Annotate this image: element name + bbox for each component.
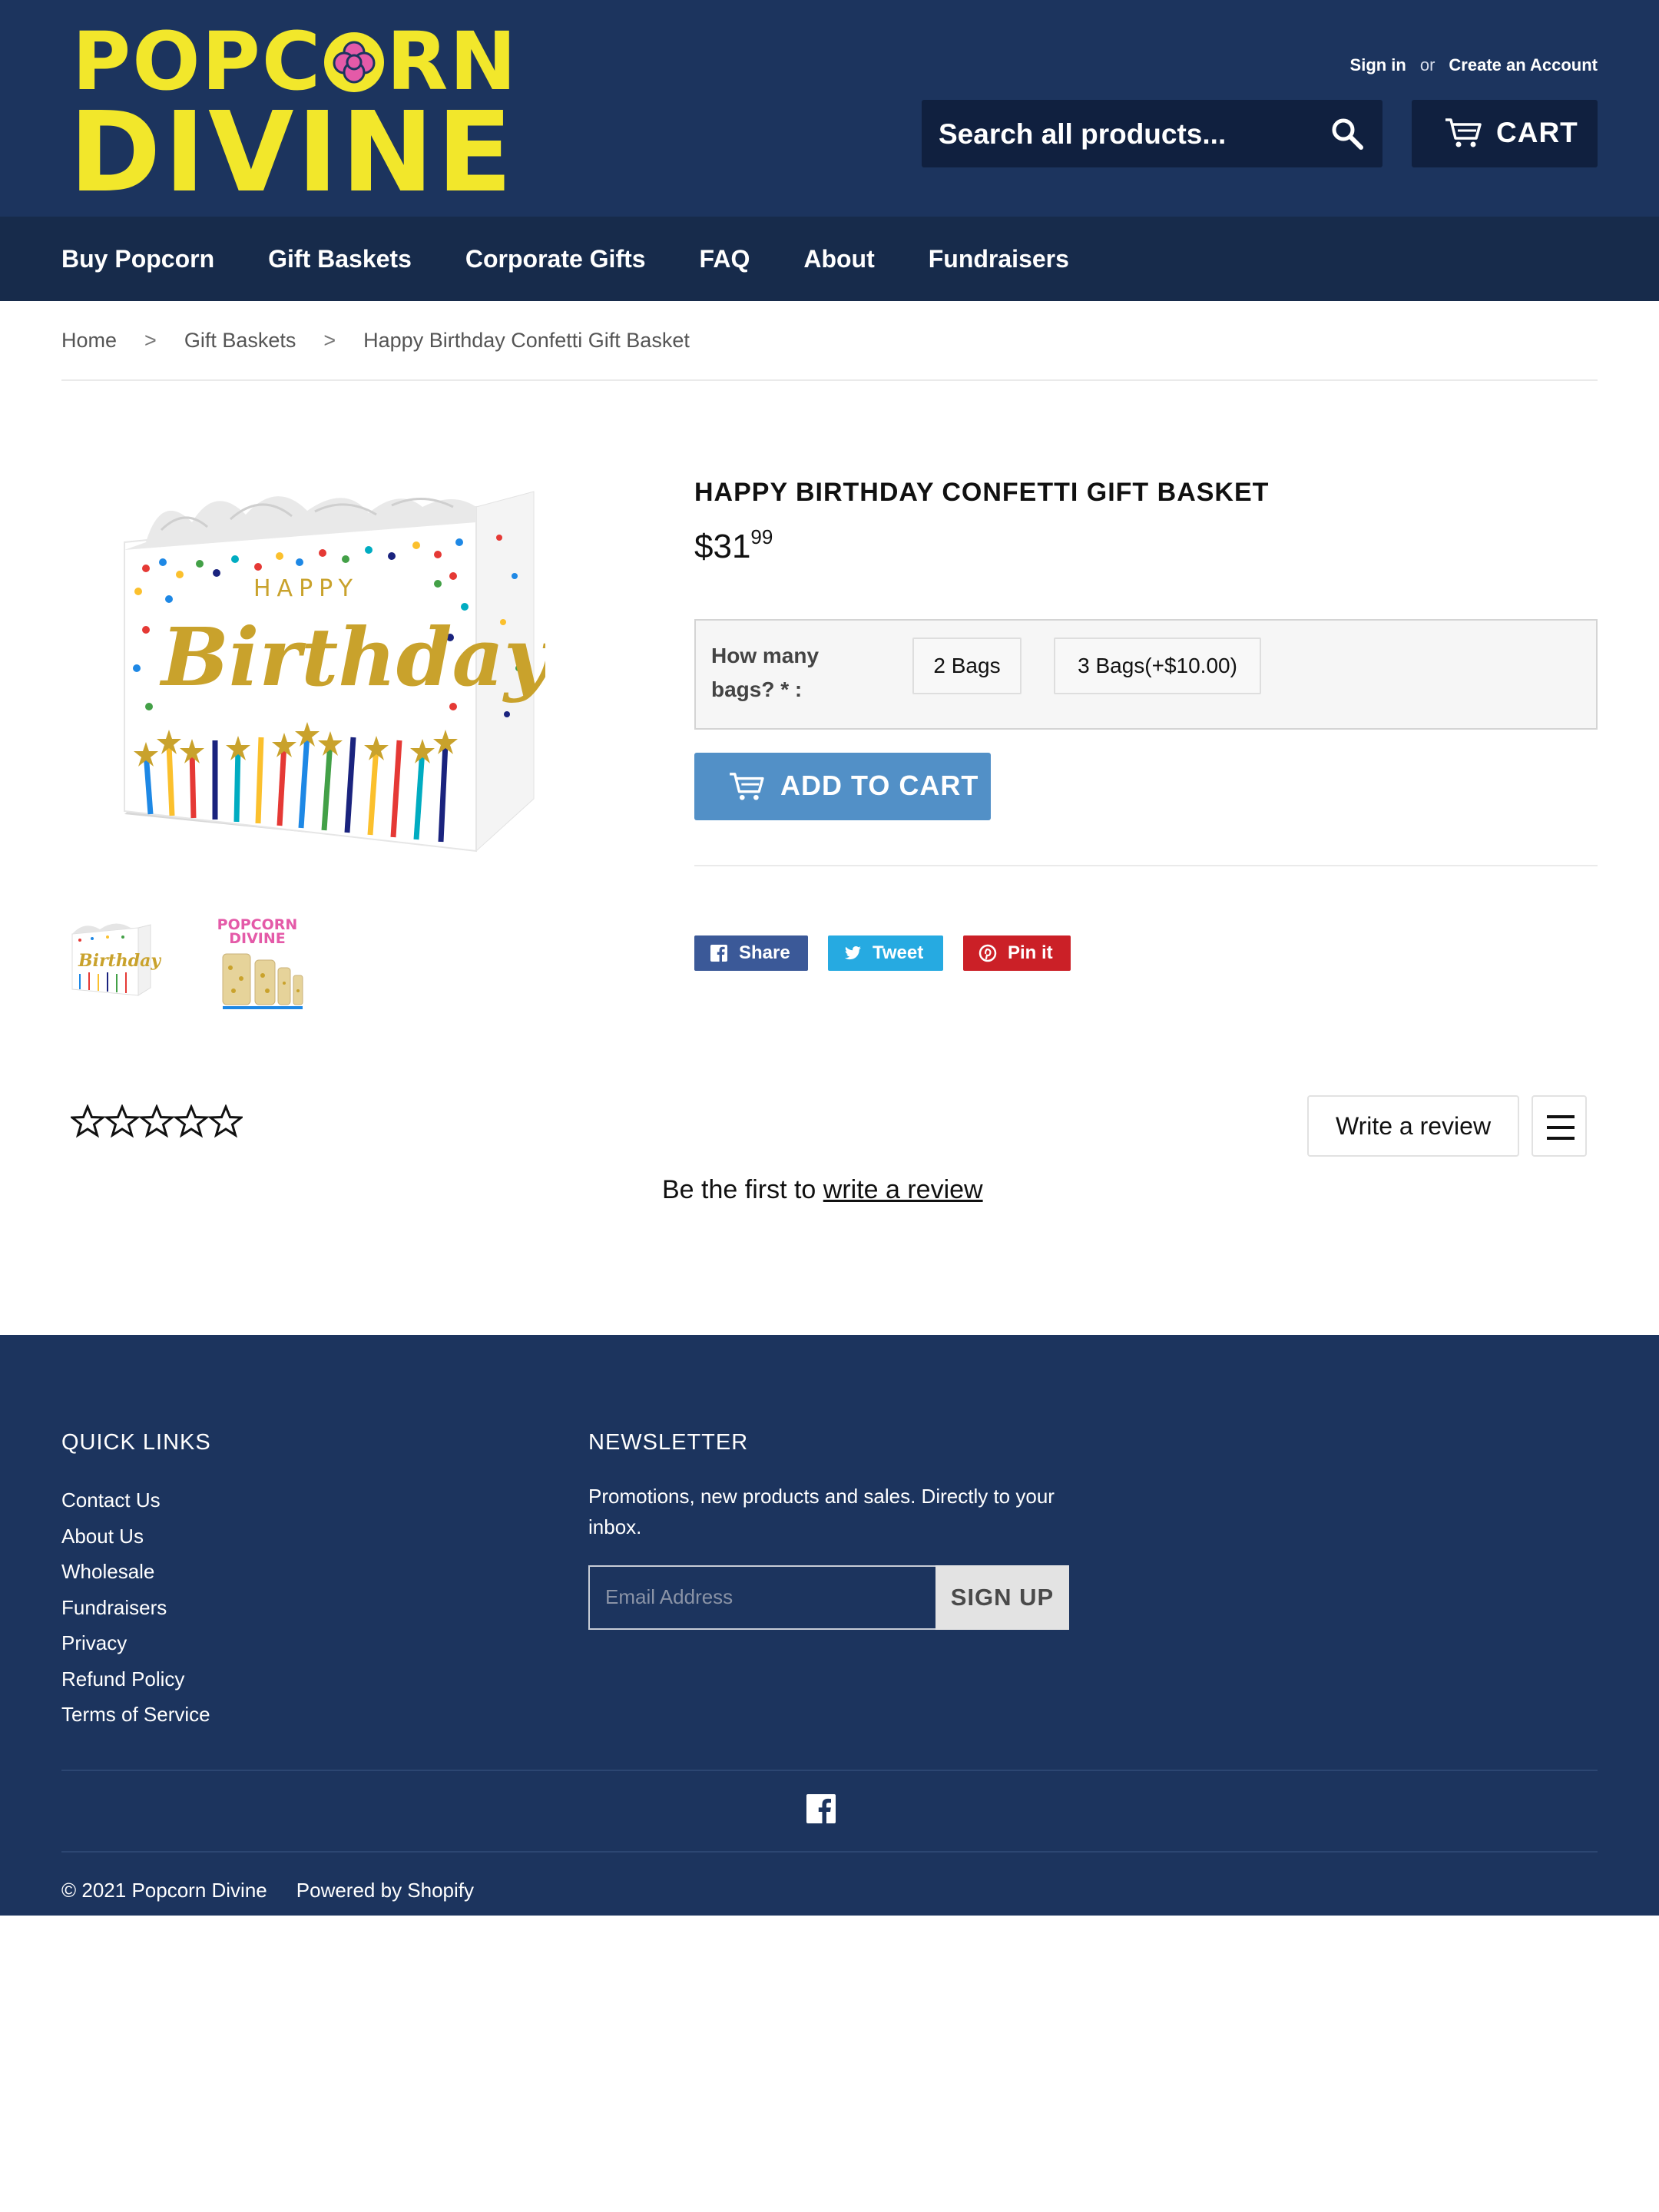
newsletter-text: Promotions, new products and sales. Dire… [588,1485,1055,1538]
share-facebook-label: Share [739,942,790,963]
quick-links-list: Contact Us About Us Wholesale Fundraiser… [61,1482,210,1733]
footer-link-refund-policy[interactable]: Refund Policy [61,1661,210,1697]
cart-button[interactable]: CART [1412,100,1598,167]
nav-item-faq[interactable]: FAQ [700,245,750,273]
nav-item-buy-popcorn[interactable]: Buy Popcorn [61,245,214,273]
site-footer: QUICK LINKS Contact Us About Us Wholesal… [0,1335,1659,1916]
thumbnail-list: Birthday POPCORN DIVINE [61,914,307,1014]
search-icon[interactable] [1330,117,1364,151]
breadcrumb: Home > Gift Baskets > Happy Birthday Con… [61,329,690,353]
price-main: $31 [694,528,751,565]
cart-icon [730,773,764,800]
nav-item-gift-baskets[interactable]: Gift Baskets [268,245,412,273]
site-header: POPC RN DIVINE Sign in or Create an Accou… [0,0,1659,217]
thumbnail-popcorn-sizes[interactable]: POPCORN DIVINE [207,914,307,1014]
product-main-image[interactable]: HAPPY Birthday [115,476,555,860]
cart-label: CART [1496,117,1578,148]
thumbnail-basket[interactable]: Birthday [61,914,162,1014]
share-pinterest-button[interactable]: Pin it [963,935,1071,971]
product-title: HAPPY BIRTHDAY CONFETTI GIFT BASKET [694,478,1270,507]
thumbnail-birthday-text: Birthday [78,951,161,971]
breadcrumb-category[interactable]: Gift Baskets [184,329,296,353]
add-to-cart-label: ADD TO CART [780,770,979,801]
share-twitter-button[interactable]: Tweet [828,935,943,971]
sign-up-button[interactable]: SIGN UP [935,1565,1069,1630]
facebook-icon[interactable] [806,1794,836,1823]
price-cents: 99 [750,525,773,548]
footer-link-privacy[interactable]: Privacy [61,1625,210,1661]
copyright: © 2021 Popcorn Divine Powered by Shopify [61,1879,474,1902]
divider [694,865,1598,866]
image-text-happy: HAPPY [253,575,359,602]
divider [61,1770,1598,1771]
footer-link-fundraisers[interactable]: Fundraisers [61,1590,210,1626]
star-outline-icon [71,1104,243,1138]
options-label: How many bags? * : [711,644,820,701]
quick-links-title: QUICK LINKS [61,1430,211,1455]
breadcrumb-home[interactable]: Home [61,329,117,353]
review-rating-stars [71,1104,243,1140]
write-review-link[interactable]: write a review [823,1175,983,1204]
divider [61,1851,1598,1853]
logo-line-2: DIVINE [69,88,516,217]
footer-link-contact-us[interactable]: Contact Us [61,1482,210,1518]
site-logo[interactable]: POPC RN DIVINE [69,22,516,207]
thumbnail-brand-line-2: DIVINE [229,930,286,947]
first-review-prompt: Be the first to write a review [662,1175,983,1205]
pinterest-icon [979,944,997,962]
image-text-birthday: Birthday [159,610,545,704]
create-account-link[interactable]: Create an Account [1449,55,1598,75]
cart-icon [1445,118,1482,147]
email-placeholder: Email Address [605,1585,733,1608]
footer-link-about-us[interactable]: About Us [61,1518,210,1555]
account-links: Sign in or Create an Account [1350,55,1598,75]
share-twitter-label: Tweet [873,942,924,963]
copyright-text[interactable]: © 2021 Popcorn Divine [61,1879,267,1902]
nav-item-fundraisers[interactable]: Fundraisers [929,245,1069,273]
bag-options: How many bags? * : 2 Bags 3 Bags(+$10.00… [694,619,1598,730]
share-pinterest-label: Pin it [1008,942,1053,963]
share-facebook-button[interactable]: Share [694,935,808,971]
popcorn-flower-icon [324,32,385,92]
hamburger-menu-icon [1547,1115,1575,1140]
product-price: $3199 [694,525,773,566]
search-input[interactable]: Search all products... [922,100,1382,167]
first-review-text: Be the first to [662,1175,823,1204]
sign-in-link[interactable]: Sign in [1350,55,1406,75]
divider [61,379,1598,381]
nav-item-corporate-gifts[interactable]: Corporate Gifts [465,245,646,273]
breadcrumb-separator: > [144,329,157,352]
add-to-cart-button[interactable]: ADD TO CART [694,753,991,820]
email-field[interactable]: Email Address [588,1565,935,1630]
main-nav: Buy Popcorn Gift Baskets Corporate Gifts… [0,217,1659,301]
review-menu-button[interactable] [1532,1095,1587,1157]
option-3-bags[interactable]: 3 Bags(+$10.00) [1054,637,1261,694]
option-2-bags[interactable]: 2 Bags [912,637,1022,694]
breadcrumb-current: Happy Birthday Confetti Gift Basket [363,329,690,352]
facebook-icon [710,945,727,962]
powered-by-link[interactable]: Powered by Shopify [296,1879,474,1902]
footer-link-wholesale[interactable]: Wholesale [61,1554,210,1590]
nav-item-about[interactable]: About [803,245,874,273]
write-review-button[interactable]: Write a review [1307,1095,1519,1157]
twitter-icon [844,946,861,960]
breadcrumb-separator: > [323,329,336,352]
footer-link-terms-of-service[interactable]: Terms of Service [61,1697,210,1733]
newsletter-title: NEWSLETTER [588,1430,749,1455]
or-text: or [1419,55,1435,75]
search-placeholder: Search all products... [939,118,1227,150]
